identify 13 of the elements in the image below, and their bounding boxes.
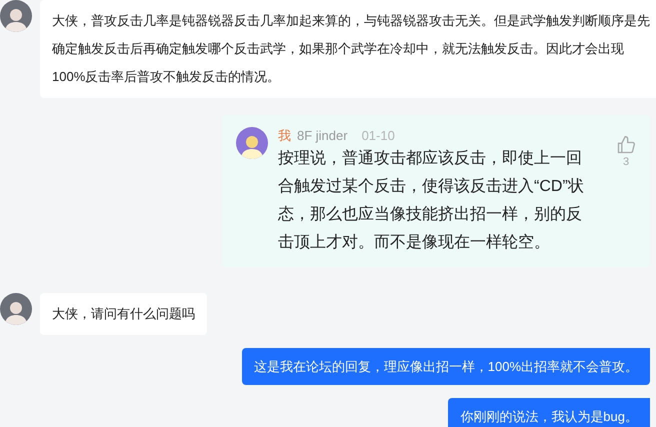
author-name: 我 xyxy=(278,127,291,145)
person-silhouette-icon xyxy=(241,133,263,159)
message-bubble: 你刚刚的说法，我认为是bug。 xyxy=(448,398,650,427)
floor-username: 8F jinder xyxy=(297,127,348,145)
message-bubble: 大侠，普攻反击几率是钝器锐器反击几率加起来算的，与钝器锐器攻击无关。但是武学触发判断顺序是先确定触发反击后再确定触发哪个反击武学，如果那个武学在冷却中，就无法触发反击。因此才会出现100%反击率后普攻不触发反击的情况。 xyxy=(40,0,656,98)
message-bubble: 这是我在论坛的回复，理应像出招一样，100%出招率就不会普攻。 xyxy=(242,348,650,385)
person-silhouette-icon xyxy=(5,6,27,32)
person-silhouette-icon xyxy=(5,299,27,325)
post-date: 01-10 xyxy=(362,127,395,145)
thumbs-up-icon[interactable] xyxy=(616,135,636,155)
message-bubble: 大侠，请问有什么问题吗 xyxy=(40,293,207,335)
post-text: 按理说，普通攻击都应该反击，即使上一回合触发过某个反击，使得该反击进入“CD”状态，那么也应当像技能挤出招一样，别的反击顶上才对。而不是像现在一样轮空。 xyxy=(278,148,585,253)
like-count: 3 xyxy=(622,155,630,169)
